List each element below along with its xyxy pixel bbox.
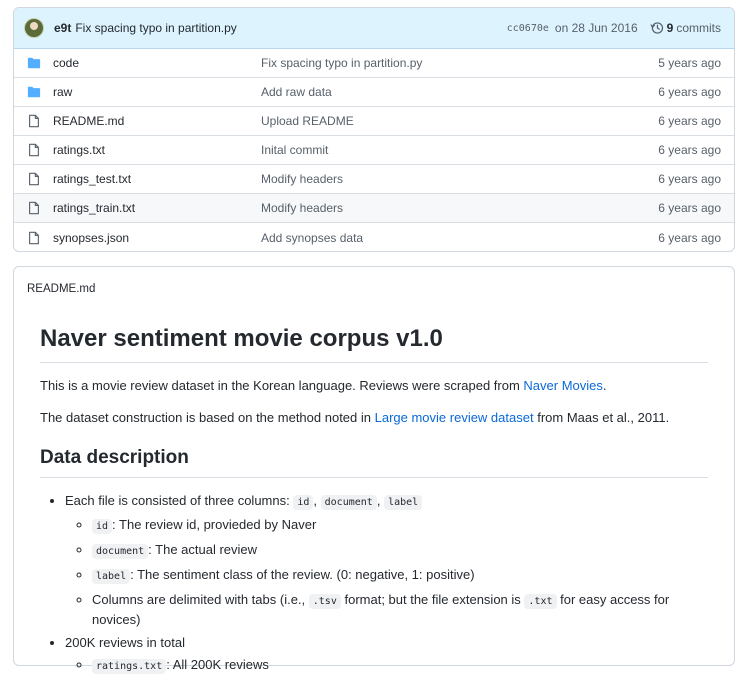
file-age: 6 years ago — [658, 230, 721, 245]
readme-article: Naver sentiment movie corpus v1.0 This i… — [14, 325, 734, 676]
avatar[interactable] — [24, 18, 44, 38]
file-age: 6 years ago — [658, 201, 721, 215]
data-description-list: Each file is consisted of three columns:… — [40, 492, 708, 676]
file-name[interactable]: ratings_test.txt — [53, 172, 261, 186]
file-name[interactable]: raw — [53, 85, 261, 99]
list-item: document: The actual review — [92, 541, 708, 561]
file-browser: e9t Fix spacing typo in partition.py cc0… — [13, 7, 735, 252]
file-name[interactable]: ratings_train.txt — [53, 201, 261, 215]
file-icon — [29, 172, 39, 186]
folder-icon — [27, 86, 41, 98]
large-movie-review-dataset-link[interactable]: Large movie review dataset — [375, 410, 534, 425]
list-item: 200K reviews in total ratings.txt: All 2… — [65, 634, 708, 676]
paragraph-text: The dataset construction is based on the… — [40, 410, 375, 425]
file-commit-message[interactable]: Upload README — [261, 114, 658, 128]
readme-paragraph-2: The dataset construction is based on the… — [40, 409, 708, 427]
folder-icon — [27, 57, 41, 69]
inline-code: .tsv — [308, 594, 341, 609]
file-name[interactable]: synopses.json — [53, 231, 261, 245]
list-text: : The review id, provieded by Naver — [112, 517, 317, 532]
inline-code: id — [293, 495, 314, 510]
file-age: 5 years ago — [658, 56, 721, 70]
commit-date: on 28 Jun 2016 — [554, 21, 638, 35]
readme-paragraph-1: This is a movie review dataset in the Ko… — [40, 377, 708, 395]
file-row-ratings-train[interactable]: ratings_train.txt Modify headers 6 years… — [14, 194, 734, 223]
list-text: 200K reviews in total — [65, 635, 185, 650]
list-separator: , — [313, 493, 318, 508]
readme-title: Naver sentiment movie corpus v1.0 — [40, 325, 708, 363]
file-name[interactable]: ratings.txt — [53, 143, 261, 157]
list-text: Each file is consisted of three columns: — [65, 493, 294, 508]
file-icon — [29, 143, 39, 157]
commits-link[interactable]: commits — [676, 21, 721, 35]
inline-code: .txt — [524, 594, 557, 609]
list-item: Each file is consisted of three columns:… — [65, 492, 708, 629]
list-item: label: The sentiment class of the review… — [92, 566, 708, 586]
file-commit-message[interactable]: Add synopses data — [261, 231, 658, 245]
file-icon — [29, 231, 39, 244]
list-item: ratings.txt: All 200K reviews — [92, 656, 708, 676]
file-age: 6 years ago — [658, 85, 721, 99]
paragraph-text: from Maas et al., 2011. — [533, 410, 670, 425]
inline-code: ratings.txt — [92, 659, 167, 674]
file-row-ratings[interactable]: ratings.txt Inital commit 6 years ago — [14, 136, 734, 165]
file-name[interactable]: code — [53, 56, 261, 70]
file-icon — [29, 201, 39, 215]
file-row-ratings-test[interactable]: ratings_test.txt Modify headers 6 years … — [14, 165, 734, 194]
file-commit-message[interactable]: Fix spacing typo in partition.py — [261, 56, 658, 70]
file-age: 6 years ago — [658, 143, 721, 157]
commit-count[interactable]: 9 — [667, 21, 674, 35]
list-separator: , — [376, 493, 381, 508]
commit-author[interactable]: e9t — [54, 21, 71, 35]
list-text: : The sentiment class of the review. (0:… — [130, 567, 475, 582]
list-item: Columns are delimited with tabs (i.e., .… — [92, 591, 708, 629]
list-item: id: The review id, provieded by Naver — [92, 516, 708, 536]
list-text: format; but the file extension is — [340, 592, 525, 607]
file-commit-message[interactable]: Modify headers — [261, 201, 658, 215]
list-text: : The actual review — [148, 542, 258, 557]
history-icon — [650, 22, 663, 34]
section-heading-data-description: Data description — [40, 447, 708, 478]
paragraph-text: . — [602, 378, 607, 393]
file-age: 6 years ago — [658, 114, 721, 128]
list-text: : All 200K reviews — [166, 657, 269, 672]
inline-code: id — [92, 519, 113, 534]
paragraph-text: This is a movie review dataset in the Ko… — [40, 378, 524, 393]
list-text: Columns are delimited with tabs (i.e., — [92, 592, 309, 607]
inline-code: document — [92, 544, 149, 559]
file-commit-message[interactable]: Inital commit — [261, 143, 658, 157]
file-row-synopses[interactable]: synopses.json Add synopses data 6 years … — [14, 223, 734, 251]
file-commit-message[interactable]: Add raw data — [261, 85, 658, 99]
inline-code: label — [92, 569, 131, 584]
file-row-readme[interactable]: README.md Upload README 6 years ago — [14, 107, 734, 136]
file-commit-message[interactable]: Modify headers — [261, 172, 658, 186]
file-row-code[interactable]: code Fix spacing typo in partition.py 5 … — [14, 49, 734, 78]
naver-movies-link[interactable]: Naver Movies — [523, 378, 602, 393]
readme-filename[interactable]: README.md — [14, 267, 734, 311]
sub-list: ratings.txt: All 200K reviews — [65, 656, 708, 676]
commit-sha[interactable]: cc0670e — [507, 23, 549, 34]
inline-code: label — [384, 495, 423, 510]
commit-message[interactable]: Fix spacing typo in partition.py — [75, 21, 236, 35]
sub-list: id: The review id, provieded by Naver do… — [65, 516, 708, 629]
inline-code: document — [320, 495, 377, 510]
file-row-raw[interactable]: raw Add raw data 6 years ago — [14, 78, 734, 107]
file-age: 6 years ago — [658, 172, 721, 186]
file-icon — [29, 114, 39, 128]
latest-commit-bar: e9t Fix spacing typo in partition.py cc0… — [14, 8, 734, 49]
readme-panel: README.md Naver sentiment movie corpus v… — [13, 266, 735, 674]
file-name[interactable]: README.md — [53, 114, 261, 128]
